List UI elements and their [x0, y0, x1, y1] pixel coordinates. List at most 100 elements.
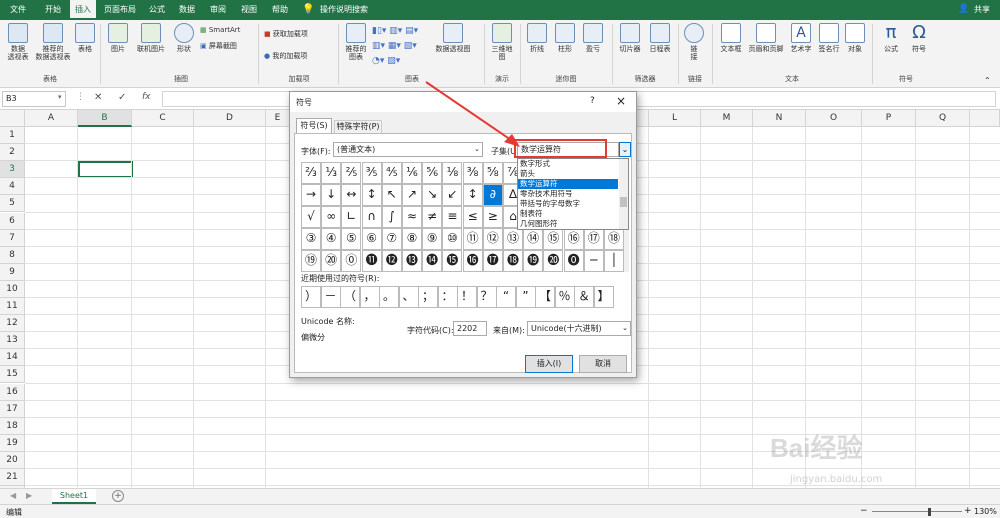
recommended-charts-button[interactable]: 推荐的 图表 [342, 23, 370, 61]
tab-file[interactable]: 文件 [0, 0, 36, 20]
header-footer-button[interactable]: 页眉和页脚 [746, 23, 786, 53]
recent-symbol-cell[interactable]: ， [359, 286, 380, 308]
row-header[interactable]: 2 [0, 144, 25, 162]
help-icon[interactable]: ? [590, 96, 595, 106]
shapes-button[interactable]: 形状 [172, 23, 196, 53]
tab-help[interactable]: 帮助 [265, 0, 295, 20]
symbol-cell[interactable]: ⅓ [321, 162, 342, 184]
row-header[interactable]: 5 [0, 195, 25, 213]
symbol-cell[interactable]: ④ [321, 228, 342, 250]
symbol-cell[interactable]: ⓫ [361, 250, 382, 272]
zoom-out-icon[interactable]: − [860, 506, 868, 516]
add-sheet-icon[interactable]: + [112, 490, 124, 502]
tab-special-characters[interactable]: 特殊字符(P) [334, 120, 382, 133]
symbol-cell[interactable]: → [301, 184, 321, 206]
zoom-slider-thumb[interactable] [928, 508, 931, 516]
3d-map-button[interactable]: 三维地 图 [488, 23, 516, 61]
symbol-cell[interactable]: ⅚ [422, 162, 443, 184]
symbol-cell[interactable]: ─ [583, 250, 604, 272]
column-header[interactable]: A [25, 110, 78, 127]
symbol-cell[interactable]: ≥ [482, 206, 503, 228]
dropdown-scrollbar[interactable] [619, 159, 628, 229]
name-box[interactable]: B3 [2, 91, 66, 107]
row-header[interactable]: 16 [0, 383, 25, 401]
collapse-ribbon-icon[interactable]: ⌃ [984, 76, 991, 85]
recent-symbol-cell[interactable]: ） [301, 286, 321, 308]
column-header[interactable]: P [862, 110, 916, 127]
row-header[interactable]: 14 [0, 349, 25, 367]
subset-option[interactable]: 制表符 [518, 209, 618, 219]
recent-symbol-cell[interactable]: ？ [476, 286, 497, 308]
symbol-cell[interactable]: ≠ [422, 206, 443, 228]
zoom-in-icon[interactable]: + [964, 506, 972, 516]
row-header[interactable]: 6 [0, 212, 25, 230]
recent-symbol-cell[interactable]: “ [496, 286, 516, 308]
symbol-cell[interactable]: ③ [301, 228, 321, 250]
row-header[interactable]: 4 [0, 178, 25, 196]
symbol-cell[interactable]: ↕ [361, 184, 382, 206]
symbol-cell[interactable]: ⅔ [301, 162, 321, 184]
subset-option[interactable]: 带括号的字母数字 [518, 199, 618, 209]
tab-data[interactable]: 数据 [172, 0, 202, 20]
recent-symbol-cell[interactable]: 。 [379, 286, 399, 308]
recent-symbol-cell[interactable]: ： [437, 286, 458, 308]
row-header[interactable]: 8 [0, 246, 25, 264]
tell-me-search[interactable]: 操作说明搜索 [314, 0, 374, 20]
column-header[interactable]: E [266, 110, 290, 127]
symbol-cell[interactable]: ⑧ [402, 228, 422, 250]
recent-symbol-cell[interactable]: ！ [457, 286, 477, 308]
symbol-cell[interactable]: ⑰ [583, 228, 604, 250]
column-header[interactable]: M [701, 110, 753, 127]
row-header[interactable]: 13 [0, 332, 25, 350]
recent-symbol-cell[interactable]: － [320, 286, 341, 308]
recent-symbol-cell[interactable]: 【 [535, 286, 555, 308]
symbol-cell-selected[interactable]: ∂ [482, 184, 503, 206]
symbol-cell[interactable]: ⓱ [482, 250, 503, 272]
symbol-cell[interactable]: ⑥ [361, 228, 382, 250]
symbol-cell[interactable]: ∟ [341, 206, 362, 228]
subset-dropdown-button[interactable]: ⌄ [619, 142, 631, 157]
row-header[interactable]: 7 [0, 229, 25, 247]
row-header[interactable]: 9 [0, 263, 25, 281]
symbol-cell[interactable]: ⅗ [361, 162, 382, 184]
column-header[interactable]: L [649, 110, 701, 127]
picture-button[interactable]: 图片 [106, 23, 130, 53]
tab-symbols[interactable]: 符号(S) [296, 118, 332, 133]
symbol-cell[interactable]: ⅖ [341, 162, 362, 184]
subset-option[interactable]: 几何图形符 [518, 219, 618, 229]
symbol-cell[interactable]: ↓ [321, 184, 342, 206]
symbol-cell[interactable]: ≈ [402, 206, 422, 228]
pivot-chart-button[interactable]: 数据透视图 [432, 23, 474, 53]
symbol-cell[interactable]: ⓳ [523, 250, 544, 272]
char-code-input[interactable]: 2202 [453, 321, 487, 336]
symbol-cell[interactable]: ⑬ [503, 228, 523, 250]
symbol-cell[interactable]: ∫ [381, 206, 402, 228]
prev-sheet-icon[interactable]: ◀ [10, 491, 16, 500]
tab-review[interactable]: 审阅 [203, 0, 233, 20]
cancel-button[interactable]: 取消 [579, 355, 627, 373]
dropdown-scroll-thumb[interactable] [620, 197, 627, 207]
name-box-dropdown-icon[interactable]: ▾ [58, 93, 62, 101]
wordart-button[interactable]: A 艺术字 [788, 23, 814, 53]
symbol-cell[interactable]: ↘ [422, 184, 443, 206]
smartart-button[interactable]: ▦ SmartArt [200, 26, 252, 34]
row-header[interactable]: 19 [0, 434, 25, 452]
row-header[interactable]: 12 [0, 315, 25, 333]
column-header[interactable] [970, 110, 1000, 127]
close-icon[interactable]: × [616, 94, 626, 108]
insert-function-button[interactable]: fx [142, 92, 151, 102]
symbol-cell[interactable]: ⑲ [301, 250, 321, 272]
row-header[interactable]: 3 [0, 161, 25, 179]
symbol-cell[interactable]: ⑳ [321, 250, 342, 272]
select-all-corner[interactable] [0, 110, 25, 127]
tab-view[interactable]: 视图 [234, 0, 264, 20]
share-button[interactable]: 共享 [968, 0, 996, 20]
symbol-cell[interactable]: ⓯ [442, 250, 463, 272]
symbol-cell[interactable]: ⅘ [381, 162, 402, 184]
column-header[interactable]: O [806, 110, 862, 127]
subset-option[interactable]: 数字形式 [518, 159, 618, 169]
enter-icon[interactable]: ✓ [118, 92, 126, 103]
zoom-slider[interactable] [872, 511, 962, 512]
sparkline-column-button[interactable]: 柱形 [554, 23, 576, 53]
recent-symbol-cell[interactable]: 】 [593, 286, 614, 308]
